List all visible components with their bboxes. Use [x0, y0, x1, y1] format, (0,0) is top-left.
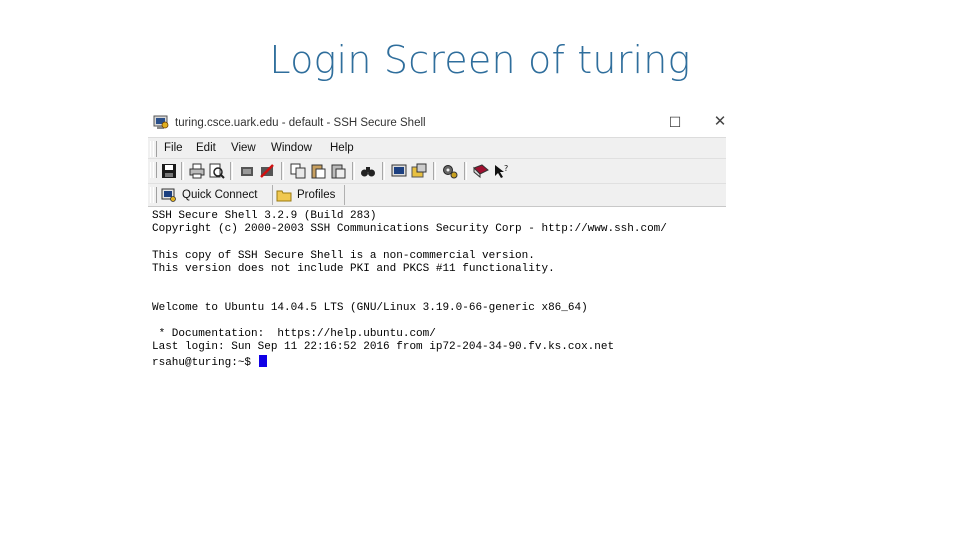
- menu-bar: File Edit View Window Help: [148, 137, 726, 158]
- ssh-window: turing.csce.uark.edu - default - SSH Sec…: [148, 110, 726, 372]
- toolbar-separator: [181, 162, 184, 180]
- print-icon[interactable]: [189, 163, 205, 179]
- maximize-icon[interactable]: ☐: [666, 114, 684, 130]
- quick-connect-bar: Quick Connect Profiles: [148, 183, 726, 207]
- menu-view[interactable]: View: [231, 142, 256, 154]
- menu-file[interactable]: File: [164, 142, 183, 154]
- toolbar-separator: [433, 162, 436, 180]
- menu-edit[interactable]: Edit: [196, 142, 216, 154]
- quickbar-grip[interactable]: [153, 187, 157, 203]
- terminal-line: Last login: Sun Sep 11 22:16:52 2016 fro…: [152, 341, 615, 353]
- terminal-line: This version does not include PKI and PK…: [152, 263, 555, 275]
- terminal-cursor: [258, 355, 267, 367]
- menu-window[interactable]: Window: [271, 142, 312, 154]
- copy-icon[interactable]: [290, 163, 306, 179]
- toolbar-separator: [464, 162, 467, 180]
- whats-this-icon[interactable]: ?: [493, 163, 509, 179]
- toolbar-separator: [382, 162, 385, 180]
- connect-icon[interactable]: [239, 163, 255, 179]
- profiles-button[interactable]: Profiles: [276, 186, 335, 204]
- quick-connect-label: Quick Connect: [182, 189, 258, 201]
- toolbar-separator: [352, 162, 355, 180]
- terminal-line: Welcome to Ubuntu 14.04.5 LTS (GNU/Linux…: [152, 302, 588, 314]
- profiles-label: Profiles: [297, 189, 336, 201]
- window-title: turing.csce.uark.edu - default - SSH Sec…: [175, 117, 426, 129]
- window-titlebar[interactable]: turing.csce.uark.edu - default - SSH Sec…: [148, 110, 726, 136]
- new-terminal-icon[interactable]: [391, 163, 407, 179]
- menu-help[interactable]: Help: [330, 142, 354, 154]
- terminal-line: * Documentation: https://help.ubuntu.com…: [152, 328, 436, 340]
- help-book-icon[interactable]: [473, 163, 489, 179]
- terminal-prompt: rsahu@turing:~$: [152, 357, 258, 369]
- paste-special-icon[interactable]: [330, 163, 346, 179]
- terminal-area[interactable]: SSH Secure Shell 3.2.9 (Build 283) Copyr…: [148, 207, 726, 372]
- terminal-line: This copy of SSH Secure Shell is a non-c…: [152, 250, 535, 262]
- find-icon[interactable]: [360, 163, 376, 179]
- close-icon[interactable]: ✕: [711, 114, 729, 130]
- toolbar: ?: [148, 158, 726, 183]
- menubar-grip[interactable]: [153, 141, 157, 157]
- paste-icon[interactable]: [310, 163, 326, 179]
- folder-icon: [276, 190, 292, 202]
- save-icon[interactable]: [161, 163, 177, 179]
- new-file-transfer-icon[interactable]: [411, 163, 427, 179]
- settings-icon[interactable]: [442, 163, 458, 179]
- quick-connect-button[interactable]: Quick Connect: [161, 186, 257, 204]
- toolbar-separator: [281, 162, 284, 180]
- disconnect-icon[interactable]: [259, 163, 275, 179]
- toolbar-grip[interactable]: [153, 162, 157, 178]
- quickbar-separator: [272, 185, 273, 205]
- print-preview-icon[interactable]: [209, 163, 225, 179]
- terminal-prompt-line: rsahu@turing:~$: [152, 355, 267, 369]
- terminal-line: SSH Secure Shell 3.2.9 (Build 283): [152, 210, 377, 222]
- slide-title: Login Screen of turing: [269, 38, 691, 82]
- quick-connect-icon: [161, 188, 176, 202]
- terminal-line: Copyright (c) 2000-2003 SSH Communicatio…: [152, 223, 667, 235]
- toolbar-separator: [230, 162, 233, 180]
- ssh-app-icon: [153, 115, 169, 129]
- svg-text:?: ?: [504, 164, 508, 173]
- quickbar-separator: [344, 185, 345, 205]
